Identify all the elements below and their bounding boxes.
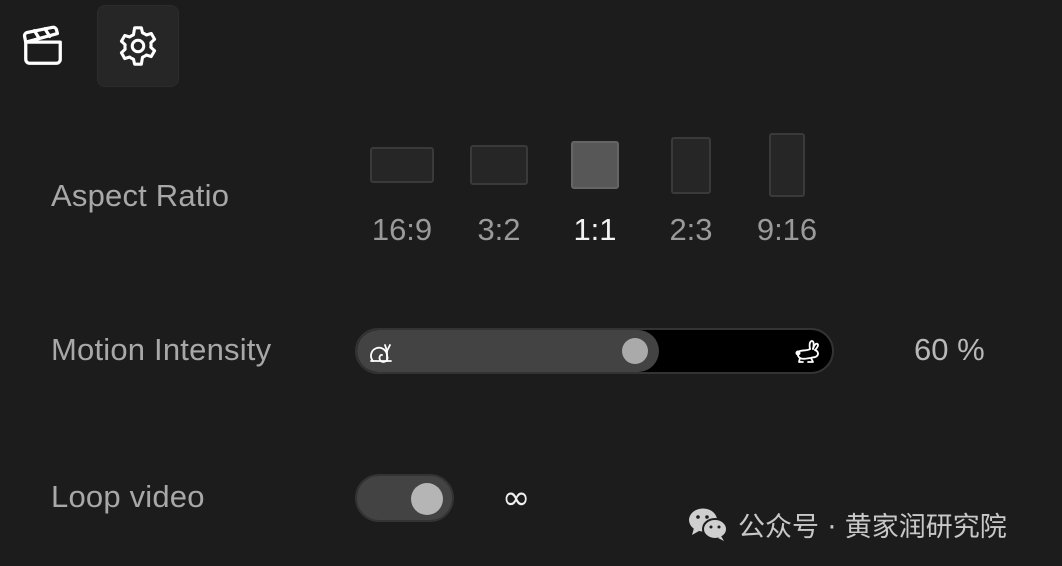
toggle-knob [411,483,443,515]
motion-intensity-value: 60 % [914,332,985,367]
ratio-label: 2:3 [669,212,713,247]
wechat-icon [689,508,728,541]
ratio-9-16-preview [769,133,805,197]
ratio-label: 1:1 [573,212,617,247]
tab-settings[interactable] [97,5,179,87]
aspect-option-1-1[interactable]: 1:1 [547,128,643,248]
motion-intensity-label: Motion Intensity [51,332,272,367]
rabbit-icon [795,340,819,363]
motion-intensity-slider[interactable] [355,328,834,374]
watermark: 公众号 · 黄家润研究院 [688,505,1007,544]
ratio-label: 9:16 [756,212,818,247]
aspect-option-9-16[interactable]: 9:16 [739,128,835,248]
gear-icon [119,26,157,66]
aspect-ratio-label: Aspect Ratio [51,178,230,213]
ratio-label: 3:2 [477,212,521,247]
infinity-icon: ∞ [502,478,531,518]
loop-video-label: Loop video [51,479,205,514]
aspect-option-3-2[interactable]: 3:2 [451,128,547,248]
watermark-text: 公众号 · 黄家润研究院 [738,512,1007,543]
ratio-label: 16:9 [371,212,433,247]
slider-fill [357,330,659,372]
clapperboard-icon [22,25,62,65]
slider-thumb[interactable] [622,338,648,364]
ratio-16-9-preview [370,147,434,183]
tab-video[interactable] [2,5,84,87]
snail-icon [370,344,392,363]
aspect-option-2-3[interactable]: 2:3 [643,128,739,248]
loop-video-toggle[interactable] [355,474,454,522]
aspect-option-16-9[interactable]: 16:9 [354,128,450,248]
ratio-1-1-preview [571,141,619,189]
ratio-3-2-preview [470,145,528,185]
ratio-2-3-preview [671,136,711,194]
